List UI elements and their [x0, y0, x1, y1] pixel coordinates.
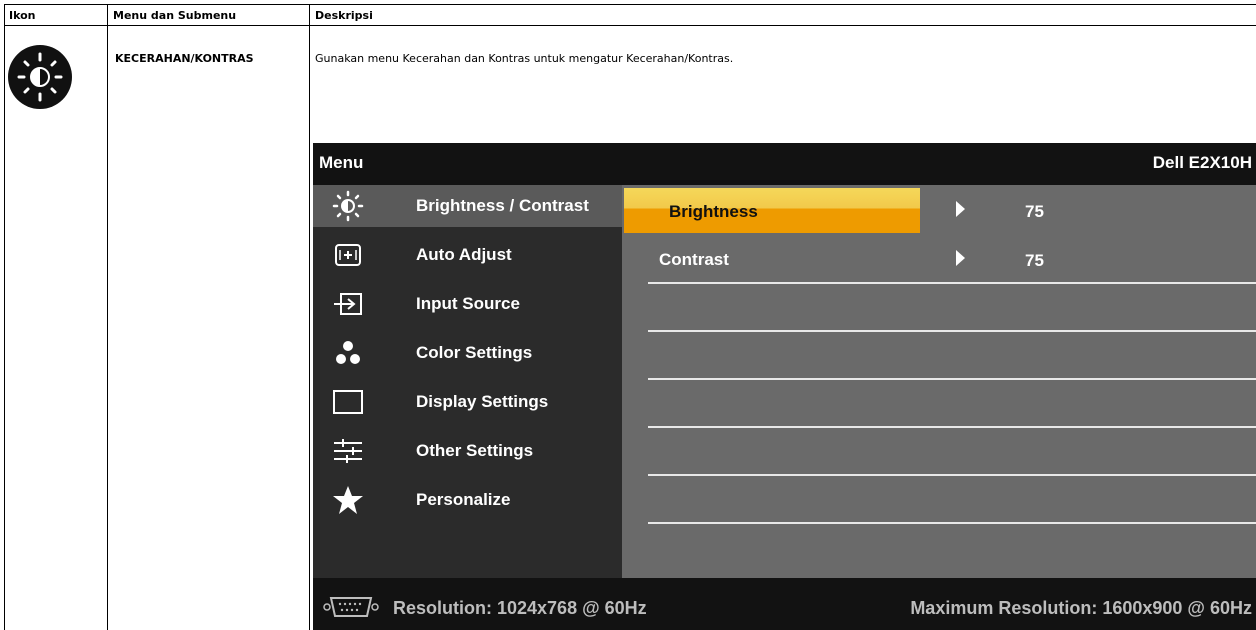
header-description: Deskripsi	[315, 9, 373, 22]
maximum-resolution: Maximum Resolution: 1600x900 @ 60Hz	[910, 598, 1252, 618]
display-settings-icon	[331, 385, 365, 419]
osd-title: Menu	[319, 153, 364, 172]
submenu-row-brightness[interactable]: Brightness 75	[622, 185, 1256, 233]
table-top-border	[4, 4, 1256, 5]
menu-item-label: Color Settings	[416, 343, 533, 362]
col-border-1	[107, 4, 108, 630]
vga-connector-icon	[323, 592, 379, 625]
submenu-value: 75	[1025, 202, 1044, 221]
header-divider	[4, 25, 1256, 26]
menu-name: KECERAHAN/KONTRAS	[115, 52, 254, 65]
brightness-contrast-icon	[8, 45, 72, 109]
header-menu: Menu dan Submenu	[113, 9, 237, 22]
osd-main-menu: Brightness / Contrast Auto Adjust Input …	[313, 185, 622, 578]
submenu-divider	[648, 474, 1256, 476]
submenu-row-contrast[interactable]: Contrast 75	[622, 234, 1256, 282]
osd-submenu: Brightness 75 Contrast 75	[622, 185, 1256, 578]
arrow-right-icon	[956, 250, 965, 266]
menu-item-personalize[interactable]: Personalize	[313, 479, 622, 521]
menu-item-brightness-contrast[interactable]: Brightness / Contrast	[313, 185, 622, 227]
menu-item-auto-adjust[interactable]: Auto Adjust	[313, 234, 622, 276]
submenu-divider	[648, 282, 1256, 284]
menu-item-label: Display Settings	[416, 392, 549, 411]
input-source-icon	[331, 287, 365, 321]
menu-item-label: Personalize	[416, 490, 511, 509]
menu-item-label: Input Source	[416, 294, 520, 313]
submenu-divider	[648, 522, 1256, 524]
menu-item-label: Other Settings	[416, 441, 534, 460]
brightness-icon	[331, 189, 365, 223]
submenu-divider	[648, 330, 1256, 332]
arrow-right-icon	[956, 201, 965, 217]
menu-description: Gunakan menu Kecerahan dan Kontras untuk…	[315, 52, 734, 65]
menu-item-label: Auto Adjust	[416, 245, 512, 264]
menu-item-other-settings[interactable]: Other Settings	[313, 430, 622, 472]
col-border-left	[4, 4, 5, 630]
submenu-divider	[648, 378, 1256, 380]
submenu-value: 75	[1025, 251, 1044, 270]
menu-item-input-source[interactable]: Input Source	[313, 283, 622, 325]
auto-adjust-icon	[331, 238, 365, 272]
current-resolution: Resolution: 1024x768 @ 60Hz	[393, 598, 647, 618]
header-icon: Ikon	[9, 9, 36, 22]
osd-model-name: Dell E2X10H	[1152, 153, 1252, 172]
submenu-divider	[648, 426, 1256, 428]
submenu-label: Contrast	[659, 250, 729, 269]
menu-item-label: Brightness / Contrast	[416, 196, 589, 215]
other-settings-icon	[331, 434, 365, 468]
submenu-label: Brightness	[669, 202, 758, 221]
menu-item-color-settings[interactable]: Color Settings	[313, 332, 622, 374]
color-settings-icon	[331, 336, 365, 370]
col-border-2	[309, 4, 310, 630]
star-icon	[331, 483, 365, 517]
menu-item-display-settings[interactable]: Display Settings	[313, 381, 622, 423]
osd-menu: Menu Dell E2X10H Brightness / Contrast A…	[313, 143, 1256, 630]
